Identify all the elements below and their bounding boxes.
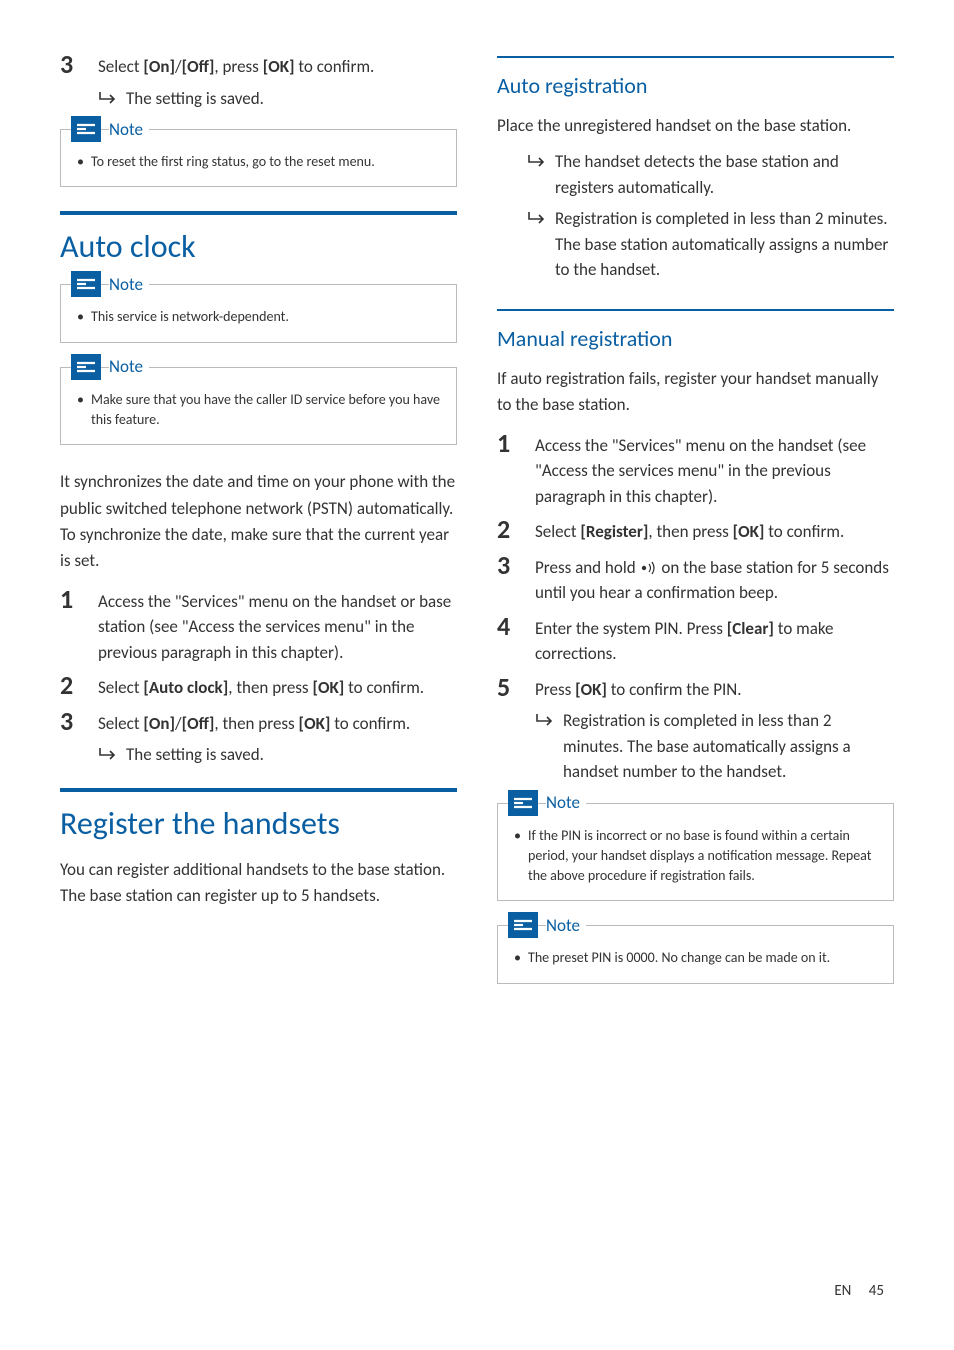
step-number: 5 xyxy=(497,673,535,702)
paragraph: Place the unregistered handset on the ba… xyxy=(497,113,894,139)
note-label: Note xyxy=(109,356,149,377)
step-5: 5 Press [OK] to confirm the PIN. xyxy=(497,673,894,703)
step-result: The setting is saved. xyxy=(98,742,457,768)
result-arrow-icon xyxy=(527,211,547,225)
result-arrow-icon xyxy=(535,713,555,727)
step-text: Access the "Services" menu on the handse… xyxy=(98,585,457,666)
step-3: 3 Select [On]/[Off], then press [OK] to … xyxy=(60,707,457,737)
note-item: Make sure that you have the caller ID se… xyxy=(77,390,440,431)
step-3: 3 Select [On]/[Off], press [OK] to confi… xyxy=(60,50,457,80)
result-text: The setting is saved. xyxy=(126,86,264,112)
subsection-manual-registration: Manual registration xyxy=(497,309,894,352)
paragraph: It synchronizes the date and time on you… xyxy=(60,469,457,574)
step-text: Select [Auto clock], then press [OK] to … xyxy=(98,671,457,701)
step-1: 1 Access the "Services" menu on the hand… xyxy=(497,429,894,510)
note-label: Note xyxy=(109,274,149,295)
note-box: Note This service is network-dependent. xyxy=(60,284,457,342)
section-register-handsets: Register the handsets xyxy=(60,788,457,843)
footer-page-number: 45 xyxy=(869,1282,884,1300)
result-arrow-icon xyxy=(98,91,118,105)
step-number: 1 xyxy=(497,429,535,458)
step-4: 4 Enter the system PIN. Press [Clear] to… xyxy=(497,612,894,667)
note-item: If the PIN is incorrect or no base is fo… xyxy=(514,826,877,887)
result-text: Registration is completed in less than 2… xyxy=(555,206,894,283)
step-number: 4 xyxy=(497,612,535,641)
note-icon xyxy=(71,116,101,142)
step-text: Access the "Services" menu on the handse… xyxy=(535,429,894,510)
result-text: Registration is completed in less than 2… xyxy=(563,708,894,785)
step-text: Select [Register], then press [OK] to co… xyxy=(535,515,894,545)
step-text: Enter the system PIN. Press [Clear] to m… xyxy=(535,612,894,667)
note-icon xyxy=(508,912,538,938)
note-item: This service is network-dependent. xyxy=(77,307,440,327)
step-text: Press [OK] to confirm the PIN. xyxy=(535,673,894,703)
right-column: Auto registration Place the unregistered… xyxy=(497,50,894,1008)
step-text: Select [On]/[Off], then press [OK] to co… xyxy=(98,707,457,737)
paragraph: You can register additional handsets to … xyxy=(60,857,457,910)
result-text: The setting is saved. xyxy=(126,742,264,768)
step-result: The setting is saved. xyxy=(98,86,457,112)
left-column: 3 Select [On]/[Off], press [OK] to confi… xyxy=(60,50,457,1008)
step-1: 1 Access the "Services" menu on the hand… xyxy=(60,585,457,666)
result-item: The handset detects the base station and… xyxy=(527,149,894,200)
step-number: 1 xyxy=(60,585,98,614)
note-label: Note xyxy=(109,119,149,140)
result-arrow-icon xyxy=(98,747,118,761)
section-auto-clock: Auto clock xyxy=(60,211,457,266)
paragraph: If auto registration fails, register you… xyxy=(497,366,894,419)
note-box: Note If the PIN is incorrect or no base … xyxy=(497,803,894,902)
step-number: 3 xyxy=(60,50,98,79)
step-number: 2 xyxy=(497,515,535,544)
step-text: Press and hold on the base station for 5… xyxy=(535,551,894,606)
step-number: 3 xyxy=(497,551,535,580)
step-3: 3 Press and hold on the base station for… xyxy=(497,551,894,606)
step-2: 2 Select [Auto clock], then press [OK] t… xyxy=(60,671,457,701)
step-result: Registration is completed in less than 2… xyxy=(535,708,894,785)
note-box: Note To reset the first ring status, go … xyxy=(60,129,457,187)
step-text: Select [On]/[Off], press [OK] to confirm… xyxy=(98,50,457,80)
result-text: The handset detects the base station and… xyxy=(555,149,894,200)
step-number: 2 xyxy=(60,671,98,700)
subsection-auto-registration: Auto registration xyxy=(497,56,894,99)
note-box: Note The preset PIN is 0000. No change c… xyxy=(497,925,894,983)
result-item: Registration is completed in less than 2… xyxy=(527,206,894,283)
step-number: 3 xyxy=(60,707,98,736)
footer-language: EN xyxy=(834,1282,851,1300)
note-icon xyxy=(71,271,101,297)
note-icon xyxy=(71,354,101,380)
result-arrow-icon xyxy=(527,154,547,168)
note-label: Note xyxy=(546,792,586,813)
note-icon xyxy=(508,790,538,816)
note-label: Note xyxy=(546,915,586,936)
step-2: 2 Select [Register], then press [OK] to … xyxy=(497,515,894,545)
note-item: The preset PIN is 0000. No change can be… xyxy=(514,948,877,968)
note-item: To reset the first ring status, go to th… xyxy=(77,152,440,172)
paging-icon xyxy=(640,561,658,575)
page-footer: EN 45 xyxy=(834,1282,884,1300)
note-box: Note Make sure that you have the caller … xyxy=(60,367,457,446)
